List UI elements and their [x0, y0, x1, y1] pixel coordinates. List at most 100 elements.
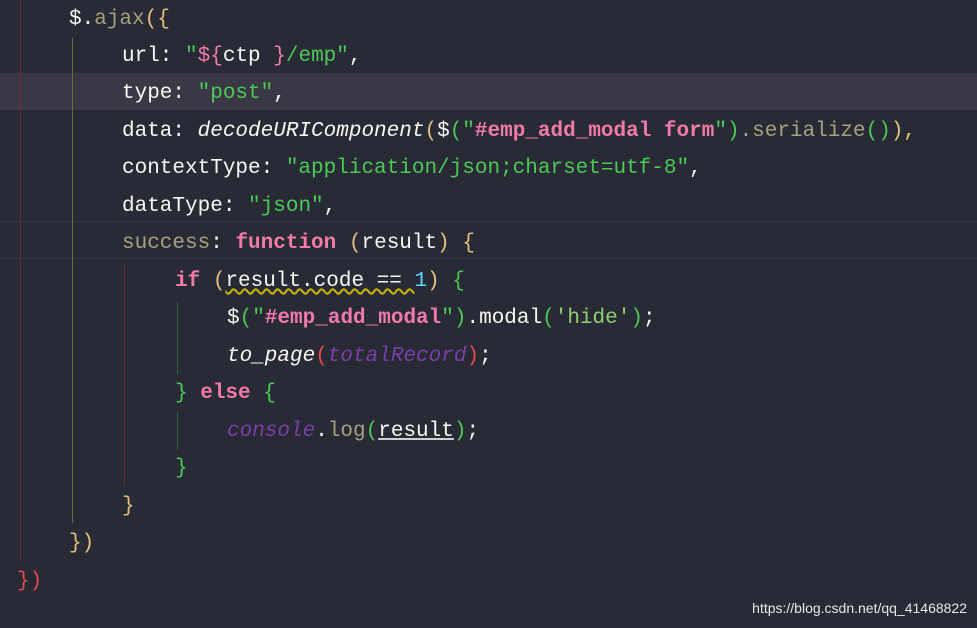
- code-line[interactable]: to_page(totalRecord);: [227, 338, 492, 375]
- code-token: }: [175, 382, 188, 405]
- code-token: ): [427, 270, 440, 293]
- indent-guide: [177, 302, 178, 374]
- code-token: data:: [122, 120, 198, 143]
- code-token: $.: [69, 8, 95, 31]
- code-token: ": [462, 120, 475, 143]
- code-line[interactable]: $.ajax({: [69, 1, 170, 38]
- code-token: (: [424, 120, 438, 143]
- code-token: (: [449, 120, 463, 143]
- code-line[interactable]: }): [69, 525, 94, 562]
- code-token: }: [273, 45, 286, 68]
- code-token: ;: [466, 420, 480, 443]
- code-line[interactable]: }): [17, 563, 42, 600]
- code-token: 1: [414, 270, 428, 293]
- code-token: ": [252, 307, 265, 330]
- code-token: ): [437, 232, 450, 255]
- code-token: {: [263, 382, 276, 405]
- code-token: (: [365, 420, 379, 443]
- code-token: .modal: [466, 307, 543, 330]
- indent-guide: [72, 38, 73, 523]
- code-token: ,: [273, 82, 286, 105]
- code-token: totalRecord: [327, 345, 467, 368]
- code-token: ": [441, 307, 454, 330]
- indent-guide: [177, 412, 178, 450]
- code-token: type:: [122, 82, 198, 105]
- code-token: :: [210, 232, 236, 255]
- code-token: }: [175, 457, 188, 480]
- code-token: }): [69, 532, 95, 555]
- code-token: result: [378, 420, 454, 443]
- code-token: ): [726, 120, 740, 143]
- code-token: ${: [197, 45, 223, 68]
- code-line[interactable]: if (result.code == 1) {: [175, 263, 465, 300]
- code-token: to_page: [227, 345, 316, 368]
- code-token: ;: [479, 345, 492, 368]
- code-token: ,: [323, 195, 337, 218]
- code-line[interactable]: url: "${ctp }/emp",: [122, 38, 362, 75]
- code-token: $: [227, 307, 240, 330]
- code-token: contextType:: [122, 157, 286, 180]
- indent-guide: [124, 264, 125, 486]
- code-token: .serialize: [739, 120, 866, 143]
- code-token: ,: [348, 45, 362, 68]
- code-token: "json": [248, 195, 324, 218]
- code-token: ): [466, 345, 480, 368]
- code-token: (): [865, 120, 891, 143]
- code-token: }): [17, 570, 43, 593]
- code-line[interactable]: $("#emp_add_modal").modal('hide');: [227, 300, 656, 337]
- code-token: ): [453, 420, 467, 443]
- indent-guide: [20, 0, 21, 560]
- code-line[interactable]: }: [175, 450, 188, 487]
- code-token: #emp_add_modal: [264, 307, 442, 330]
- watermark: https://blog.csdn.net/qq_41468822: [752, 600, 967, 616]
- code-token: "application/json;charset=utf-8": [285, 157, 690, 180]
- code-token: ": [714, 120, 727, 143]
- code-editor[interactable]: $.ajax({ url: "${ctp }/emp", type: "post…: [0, 0, 977, 628]
- code-token: ": [336, 45, 349, 68]
- code-token: if: [175, 270, 201, 293]
- code-line[interactable]: dataType: "json",: [122, 188, 336, 225]
- code-token: ),: [890, 120, 917, 143]
- code-token: success: [122, 232, 211, 255]
- code-token: {: [439, 270, 465, 293]
- code-token: (: [212, 270, 226, 293]
- code-token: ": [185, 45, 198, 68]
- code-line[interactable]: }: [122, 488, 135, 525]
- code-token: ,: [689, 157, 702, 180]
- code-token: #emp_add_modal form: [474, 120, 715, 143]
- code-token: log: [327, 420, 366, 443]
- code-token: dataType:: [122, 195, 249, 218]
- code-token: ajax: [94, 8, 145, 31]
- code-token: ): [630, 307, 643, 330]
- code-token: function: [235, 232, 337, 255]
- code-token: /emp: [285, 45, 337, 68]
- code-token: {: [449, 232, 475, 255]
- code-token: decodeURIComponent: [197, 120, 425, 143]
- code-token: }: [122, 495, 135, 518]
- code-token: ctp: [222, 45, 274, 68]
- code-line[interactable]: contextType: "application/json;charset=u…: [122, 150, 702, 187]
- code-token: url:: [122, 45, 186, 68]
- code-line[interactable]: data: decodeURIComponent($("#emp_add_mod…: [122, 113, 916, 150]
- code-token: result.code ==: [225, 270, 415, 293]
- code-line[interactable]: } else {: [175, 375, 276, 412]
- code-token: ;: [642, 307, 656, 330]
- code-token: (: [348, 232, 362, 255]
- code-token: .: [315, 420, 328, 443]
- code-token: (: [315, 345, 328, 368]
- code-token: $: [437, 120, 450, 143]
- code-token: (: [239, 307, 253, 330]
- code-line[interactable]: type: "post",: [122, 75, 286, 112]
- code-line[interactable]: console.log(result);: [227, 413, 479, 450]
- code-line[interactable]: success: function (result) {: [122, 225, 475, 262]
- code-token: console: [227, 420, 316, 443]
- code-token: 'hide': [554, 307, 631, 330]
- code-token: else: [187, 382, 264, 405]
- code-token: ): [453, 307, 467, 330]
- code-token: ({: [144, 8, 170, 31]
- code-token: (: [542, 307, 555, 330]
- code-token: "post": [197, 82, 274, 105]
- code-token: result: [361, 232, 438, 255]
